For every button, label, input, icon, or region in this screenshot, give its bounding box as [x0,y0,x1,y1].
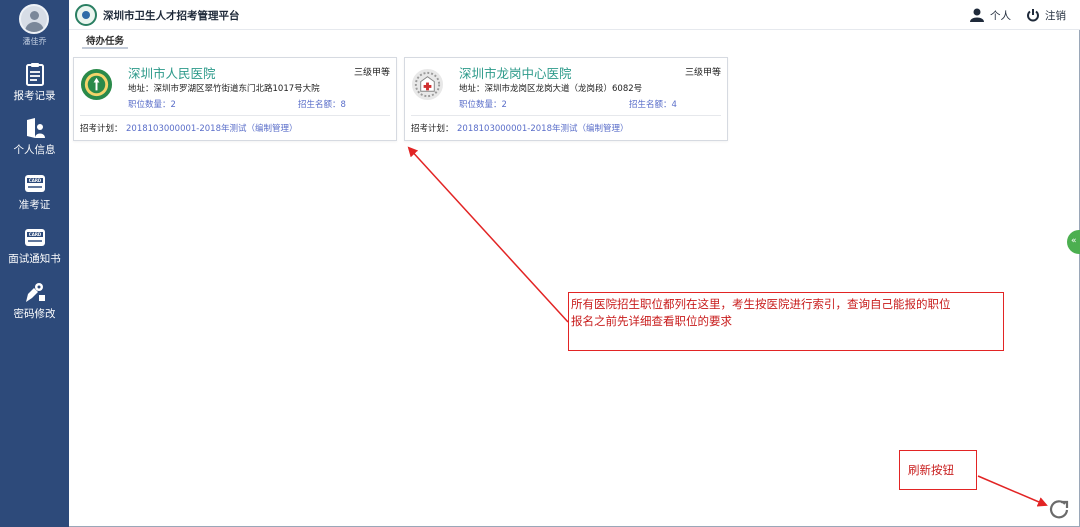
annotation-arrows [407,146,1048,507]
refresh-icon[interactable] [1048,498,1070,520]
annotation-arrow [407,146,569,323]
refresh-annotation-box: 刷新按钮 [899,450,977,490]
annotation-box: 所有医院招生职位都列在这里，考生按医院进行索引，查询自己能报的职位 报名之前先详… [568,292,1004,351]
annotation-text: 报名之前先详细查看职位的要求 [571,314,732,328]
annotation-arrow [977,475,1048,507]
annotation-text: 所有医院招生职位都列在这里，考生按医院进行索引，查询自己能报的职位 [571,297,951,311]
annotation-text: 刷新按钮 [908,463,954,477]
